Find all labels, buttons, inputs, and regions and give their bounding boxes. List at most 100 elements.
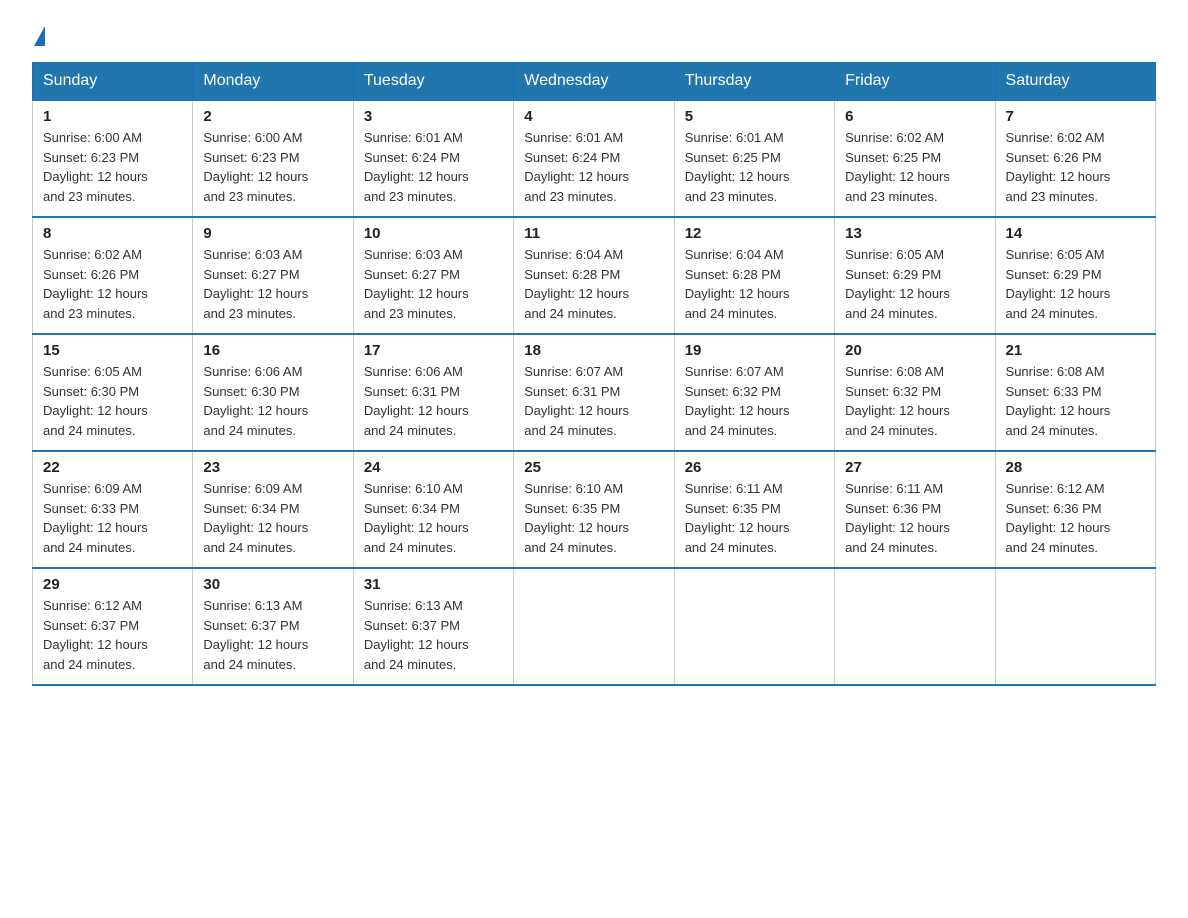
calendar-cell: 27 Sunrise: 6:11 AMSunset: 6:36 PMDayligh… (835, 451, 995, 568)
calendar-cell: 3 Sunrise: 6:01 AMSunset: 6:24 PMDaylight… (353, 100, 513, 217)
day-number: 5 (685, 108, 824, 125)
day-number: 20 (845, 342, 984, 359)
day-number: 24 (364, 459, 503, 476)
column-header-wednesday: Wednesday (514, 63, 674, 101)
day-number: 17 (364, 342, 503, 359)
day-info: Sunrise: 6:08 AMSunset: 6:32 PMDaylight:… (845, 364, 950, 438)
calendar-week-row: 1 Sunrise: 6:00 AMSunset: 6:23 PMDaylight… (33, 100, 1156, 217)
day-info: Sunrise: 6:02 AMSunset: 6:26 PMDaylight:… (43, 247, 148, 321)
day-info: Sunrise: 6:12 AMSunset: 6:37 PMDaylight:… (43, 598, 148, 672)
day-info: Sunrise: 6:09 AMSunset: 6:33 PMDaylight:… (43, 481, 148, 555)
day-info: Sunrise: 6:08 AMSunset: 6:33 PMDaylight:… (1006, 364, 1111, 438)
calendar-cell: 8 Sunrise: 6:02 AMSunset: 6:26 PMDaylight… (33, 217, 193, 334)
calendar-cell: 31 Sunrise: 6:13 AMSunset: 6:37 PMDayligh… (353, 568, 513, 685)
day-info: Sunrise: 6:13 AMSunset: 6:37 PMDaylight:… (364, 598, 469, 672)
day-number: 2 (203, 108, 342, 125)
calendar-week-row: 29 Sunrise: 6:12 AMSunset: 6:37 PMDayligh… (33, 568, 1156, 685)
day-number: 11 (524, 225, 663, 242)
day-info: Sunrise: 6:07 AMSunset: 6:31 PMDaylight:… (524, 364, 629, 438)
calendar-cell: 25Sunrise: 6:10 AMSunset: 6:35 PMDayligh… (514, 451, 674, 568)
calendar-cell: 30 Sunrise: 6:13 AMSunset: 6:37 PMDayligh… (193, 568, 353, 685)
day-info: Sunrise: 6:06 AMSunset: 6:30 PMDaylight:… (203, 364, 308, 438)
calendar-cell: 24 Sunrise: 6:10 AMSunset: 6:34 PMDayligh… (353, 451, 513, 568)
day-info: Sunrise: 6:10 AMSunset: 6:34 PMDaylight:… (364, 481, 469, 555)
day-info: Sunrise: 6:05 AMSunset: 6:29 PMDaylight:… (1006, 247, 1111, 321)
day-number: 31 (364, 576, 503, 593)
calendar-cell: 19 Sunrise: 6:07 AMSunset: 6:32 PMDayligh… (674, 334, 834, 451)
calendar-cell: 1 Sunrise: 6:00 AMSunset: 6:23 PMDaylight… (33, 100, 193, 217)
day-info: Sunrise: 6:11 AMSunset: 6:35 PMDaylight:… (685, 481, 790, 555)
day-number: 10 (364, 225, 503, 242)
day-number: 9 (203, 225, 342, 242)
day-info: Sunrise: 6:06 AMSunset: 6:31 PMDaylight:… (364, 364, 469, 438)
calendar-header-row: SundayMondayTuesdayWednesdayThursdayFrid… (33, 63, 1156, 101)
day-info: Sunrise: 6:09 AMSunset: 6:34 PMDaylight:… (203, 481, 308, 555)
day-number: 7 (1006, 108, 1145, 125)
calendar-cell: 16 Sunrise: 6:06 AMSunset: 6:30 PMDayligh… (193, 334, 353, 451)
page-header (32, 24, 1156, 44)
day-info: Sunrise: 6:01 AMSunset: 6:25 PMDaylight:… (685, 130, 790, 204)
calendar-cell: 4 Sunrise: 6:01 AMSunset: 6:24 PMDaylight… (514, 100, 674, 217)
calendar-week-row: 15 Sunrise: 6:05 AMSunset: 6:30 PMDayligh… (33, 334, 1156, 451)
calendar-cell: 15 Sunrise: 6:05 AMSunset: 6:30 PMDayligh… (33, 334, 193, 451)
calendar-cell: 14 Sunrise: 6:05 AMSunset: 6:29 PMDayligh… (995, 217, 1155, 334)
calendar-week-row: 22 Sunrise: 6:09 AMSunset: 6:33 PMDayligh… (33, 451, 1156, 568)
calendar-cell (514, 568, 674, 685)
calendar-cell: 18 Sunrise: 6:07 AMSunset: 6:31 PMDayligh… (514, 334, 674, 451)
calendar-cell: 11 Sunrise: 6:04 AMSunset: 6:28 PMDayligh… (514, 217, 674, 334)
day-number: 28 (1006, 459, 1145, 476)
calendar-cell: 29 Sunrise: 6:12 AMSunset: 6:37 PMDayligh… (33, 568, 193, 685)
day-number: 26 (685, 459, 824, 476)
calendar-cell: 5 Sunrise: 6:01 AMSunset: 6:25 PMDaylight… (674, 100, 834, 217)
day-number: 30 (203, 576, 342, 593)
column-header-monday: Monday (193, 63, 353, 101)
calendar-week-row: 8 Sunrise: 6:02 AMSunset: 6:26 PMDaylight… (33, 217, 1156, 334)
day-number: 13 (845, 225, 984, 242)
day-number: 3 (364, 108, 503, 125)
day-info: Sunrise: 6:07 AMSunset: 6:32 PMDaylight:… (685, 364, 790, 438)
day-number: 16 (203, 342, 342, 359)
day-info: Sunrise: 6:01 AMSunset: 6:24 PMDaylight:… (364, 130, 469, 204)
column-header-tuesday: Tuesday (353, 63, 513, 101)
calendar-cell: 10 Sunrise: 6:03 AMSunset: 6:27 PMDayligh… (353, 217, 513, 334)
day-number: 4 (524, 108, 663, 125)
day-number: 27 (845, 459, 984, 476)
calendar-cell: 22 Sunrise: 6:09 AMSunset: 6:33 PMDayligh… (33, 451, 193, 568)
calendar-cell: 12 Sunrise: 6:04 AMSunset: 6:28 PMDayligh… (674, 217, 834, 334)
day-number: 14 (1006, 225, 1145, 242)
day-info: Sunrise: 6:00 AMSunset: 6:23 PMDaylight:… (43, 130, 148, 204)
day-info: Sunrise: 6:04 AMSunset: 6:28 PMDaylight:… (524, 247, 629, 321)
calendar-cell: 9Sunrise: 6:03 AMSunset: 6:27 PMDaylight… (193, 217, 353, 334)
day-info: Sunrise: 6:00 AMSunset: 6:23 PMDaylight:… (203, 130, 308, 204)
calendar-cell (995, 568, 1155, 685)
day-number: 15 (43, 342, 182, 359)
column-header-thursday: Thursday (674, 63, 834, 101)
day-info: Sunrise: 6:13 AMSunset: 6:37 PMDaylight:… (203, 598, 308, 672)
calendar-cell: 17 Sunrise: 6:06 AMSunset: 6:31 PMDayligh… (353, 334, 513, 451)
calendar-cell (835, 568, 995, 685)
day-info: Sunrise: 6:11 AMSunset: 6:36 PMDaylight:… (845, 481, 950, 555)
calendar-cell (674, 568, 834, 685)
day-info: Sunrise: 6:12 AMSunset: 6:36 PMDaylight:… (1006, 481, 1111, 555)
day-number: 12 (685, 225, 824, 242)
day-info: Sunrise: 6:01 AMSunset: 6:24 PMDaylight:… (524, 130, 629, 204)
day-number: 18 (524, 342, 663, 359)
calendar-cell: 23 Sunrise: 6:09 AMSunset: 6:34 PMDayligh… (193, 451, 353, 568)
calendar-cell: 21 Sunrise: 6:08 AMSunset: 6:33 PMDayligh… (995, 334, 1155, 451)
day-number: 22 (43, 459, 182, 476)
day-number: 21 (1006, 342, 1145, 359)
day-info: Sunrise: 6:03 AMSunset: 6:27 PMDaylight:… (364, 247, 469, 321)
day-number: 19 (685, 342, 824, 359)
column-header-friday: Friday (835, 63, 995, 101)
day-number: 29 (43, 576, 182, 593)
day-number: 1 (43, 108, 182, 125)
day-info: Sunrise: 6:05 AMSunset: 6:30 PMDaylight:… (43, 364, 148, 438)
day-number: 23 (203, 459, 342, 476)
calendar-cell: 13 Sunrise: 6:05 AMSunset: 6:29 PMDayligh… (835, 217, 995, 334)
calendar-cell: 26 Sunrise: 6:11 AMSunset: 6:35 PMDayligh… (674, 451, 834, 568)
day-info: Sunrise: 6:05 AMSunset: 6:29 PMDaylight:… (845, 247, 950, 321)
day-info: Sunrise: 6:02 AMSunset: 6:25 PMDaylight:… (845, 130, 950, 204)
logo (32, 24, 45, 44)
day-info: Sunrise: 6:04 AMSunset: 6:28 PMDaylight:… (685, 247, 790, 321)
day-number: 8 (43, 225, 182, 242)
